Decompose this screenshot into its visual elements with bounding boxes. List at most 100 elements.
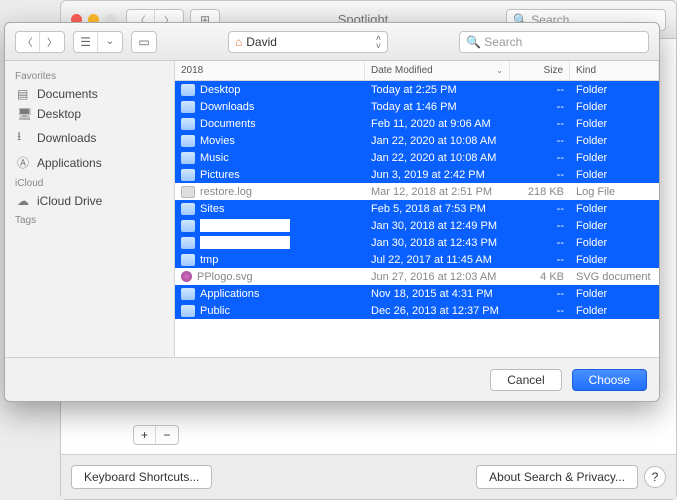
cell-kind: Folder xyxy=(570,237,659,249)
choose-button[interactable]: Choose xyxy=(572,369,647,391)
list-view-button[interactable]: ☰ xyxy=(74,32,98,52)
column-size[interactable]: Size xyxy=(510,61,570,80)
sheet-body: Favorites ▤ Documents 🖥Desktop ⭳ Downloads Ⓐ A… xyxy=(5,61,659,357)
sort-descending-icon: ⌄ xyxy=(496,66,503,75)
cancel-button[interactable]: Cancel xyxy=(490,369,561,391)
add-button[interactable]: + xyxy=(134,426,156,444)
search-icon: 🔍 xyxy=(466,35,481,49)
cell-size: -- xyxy=(510,101,570,113)
table-row[interactable]: Jan 30, 2018 at 12:43 PM--Folder xyxy=(175,234,659,251)
file-name: Downloads xyxy=(200,101,254,113)
applications-icon: Ⓐ xyxy=(17,154,31,171)
cell-size: -- xyxy=(510,203,570,215)
sheet-nav-group[interactable]: 〈 〉 xyxy=(15,31,65,53)
svg-icon xyxy=(181,271,192,282)
table-row[interactable]: MusicJan 22, 2020 at 10:08 AM--Folder xyxy=(175,149,659,166)
cell-date: Mar 12, 2018 at 2:51 PM xyxy=(365,186,510,198)
path-popup[interactable]: ⌂ David ˄˅ xyxy=(228,31,388,53)
list-body[interactable]: DesktopToday at 2:25 PM--FolderDownloads… xyxy=(175,81,659,357)
folder-icon xyxy=(181,118,195,130)
bg-bottom-bar: Keyboard Shortcuts... About Search & Pri… xyxy=(61,454,676,499)
column-kind[interactable]: Kind xyxy=(570,61,659,80)
folder-icon xyxy=(181,203,195,215)
sidebar-item-label: Documents xyxy=(37,87,98,101)
cell-date: Jan 22, 2020 at 10:08 AM xyxy=(365,135,510,147)
cell-kind: Folder xyxy=(570,203,659,215)
downloads-icon: ⭳ xyxy=(17,127,31,148)
column-name[interactable]: 2018 xyxy=(175,61,365,80)
cell-date: Today at 2:25 PM xyxy=(365,84,510,96)
folder-icon xyxy=(181,152,195,164)
table-row[interactable]: DownloadsToday at 1:46 PM--Folder xyxy=(175,98,659,115)
back-button[interactable]: 〈 xyxy=(16,32,40,52)
file-chooser-sheet: 〈 〉 ☰ ⌄ ▭ ⌂ David ˄˅ 🔍 Search Favorites … xyxy=(4,22,660,402)
help-button[interactable]: ? xyxy=(644,466,666,488)
add-remove-buttons[interactable]: + − xyxy=(133,425,179,445)
sidebar-favorites-head: Favorites xyxy=(5,67,174,84)
group-by-button[interactable]: ▭ xyxy=(131,31,157,53)
cell-name: Pictures xyxy=(175,169,365,181)
table-row[interactable]: ApplicationsNov 18, 2015 at 4:31 PM--Fol… xyxy=(175,285,659,302)
about-search-privacy-button[interactable]: About Search & Privacy... xyxy=(476,465,638,489)
sidebar-item-applications[interactable]: Ⓐ Applications xyxy=(5,151,174,174)
table-row[interactable]: PublicDec 26, 2013 at 12:37 PM--Folder xyxy=(175,302,659,319)
keyboard-shortcuts-button[interactable]: Keyboard Shortcuts... xyxy=(71,465,212,489)
cell-name: restore.log xyxy=(175,186,365,198)
cell-kind: Folder xyxy=(570,288,659,300)
folder-icon xyxy=(181,220,195,232)
folder-group-icon[interactable]: ▭ xyxy=(132,32,156,52)
redacted-name xyxy=(200,236,290,249)
cell-kind: Folder xyxy=(570,84,659,96)
file-name: Public xyxy=(200,305,230,317)
folder-icon xyxy=(181,135,195,147)
table-row[interactable]: tmpJul 22, 2017 at 11:45 AM--Folder xyxy=(175,251,659,268)
cell-name: PPlogo.svg xyxy=(175,271,365,283)
sidebar-item-icloud-drive[interactable]: ☁ iCloud Drive xyxy=(5,191,174,211)
cell-name: tmp xyxy=(175,254,365,266)
remove-button[interactable]: − xyxy=(156,426,178,444)
view-dropdown-button[interactable]: ⌄ xyxy=(98,32,122,52)
document-icon: ▤ xyxy=(17,87,31,101)
table-row[interactable]: PicturesJun 3, 2019 at 2:42 PM--Folder xyxy=(175,166,659,183)
table-row[interactable]: PPlogo.svgJun 27, 2016 at 12:03 AM4 KBSV… xyxy=(175,268,659,285)
folder-icon xyxy=(181,169,195,181)
cell-kind: SVG document xyxy=(570,271,659,283)
table-row[interactable]: DesktopToday at 2:25 PM--Folder xyxy=(175,81,659,98)
folder-icon xyxy=(181,101,195,113)
cell-kind: Folder xyxy=(570,118,659,130)
file-list: 2018 Date Modified ⌄ Size Kind Desktop To… xyxy=(175,61,659,357)
sidebar-item-desktop[interactable]: 🖥Desktop xyxy=(5,104,174,124)
cell-date: Jan 30, 2018 at 12:49 PM xyxy=(365,220,510,232)
table-row[interactable]: DocumentsFeb 11, 2020 at 9:06 AM--Folder xyxy=(175,115,659,132)
cell-date: Jul 22, 2017 at 11:45 AM xyxy=(365,254,510,266)
sidebar-item-label: Downloads xyxy=(37,131,96,145)
table-row[interactable]: MoviesJan 22, 2020 at 10:08 AM--Folder xyxy=(175,132,659,149)
table-row[interactable]: SitesFeb 5, 2018 at 7:53 PM--Folder xyxy=(175,200,659,217)
cell-date: Dec 26, 2013 at 12:37 PM xyxy=(365,305,510,317)
cell-date: Feb 11, 2020 at 9:06 AM xyxy=(365,118,510,130)
home-icon: ⌂ xyxy=(235,35,242,49)
list-header[interactable]: 2018 Date Modified ⌄ Size Kind xyxy=(175,61,659,81)
privacy-list-controls: + − xyxy=(131,425,179,445)
file-name: Desktop xyxy=(200,84,240,96)
file-name: restore.log xyxy=(200,186,252,198)
file-name: Music xyxy=(200,152,229,164)
sidebar-item-documents[interactable]: ▤ Documents xyxy=(5,84,174,104)
forward-button[interactable]: 〉 xyxy=(40,32,64,52)
table-row[interactable]: Jan 30, 2018 at 12:49 PM--Folder xyxy=(175,217,659,234)
cell-name: Music xyxy=(175,152,365,164)
sheet-view-group[interactable]: ☰ ⌄ xyxy=(73,31,123,53)
sidebar-tags-head: Tags xyxy=(5,211,174,228)
cell-kind: Folder xyxy=(570,305,659,317)
sidebar-item-downloads[interactable]: ⭳ Downloads xyxy=(5,124,174,151)
cell-kind: Folder xyxy=(570,220,659,232)
sheet-toolbar: 〈 〉 ☰ ⌄ ▭ ⌂ David ˄˅ 🔍 Search xyxy=(5,23,659,61)
table-row[interactable]: restore.log Mar 12, 2018 at 2:51 PM218 KB… xyxy=(175,183,659,200)
sidebar-item-label: Applications xyxy=(37,156,102,170)
cell-date: Jan 30, 2018 at 12:43 PM xyxy=(365,237,510,249)
cell-size: -- xyxy=(510,169,570,181)
column-date[interactable]: Date Modified ⌄ xyxy=(365,61,510,80)
cell-size: 218 KB xyxy=(510,186,570,198)
sheet-search-field[interactable]: 🔍 Search xyxy=(459,31,649,53)
column-date-label: Date Modified xyxy=(371,65,433,76)
